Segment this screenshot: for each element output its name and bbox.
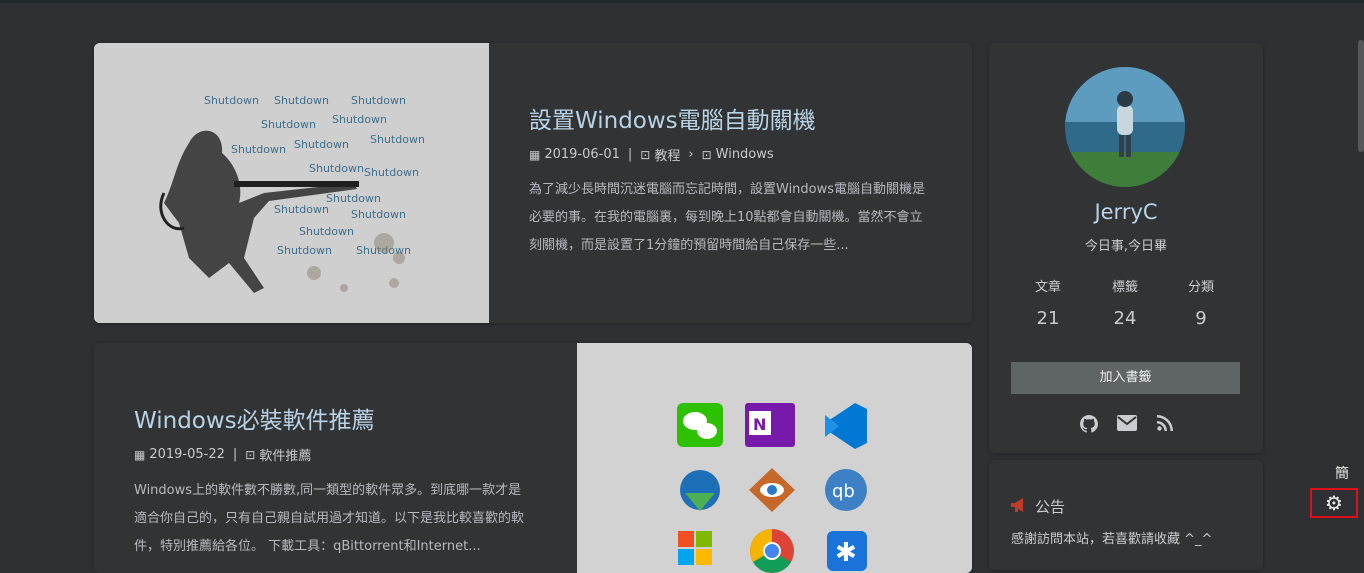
post-date: 2019-06-01 — [544, 147, 620, 162]
post-card[interactable]: Shutdown Shutdown Shutdown Shutdown Shut… — [94, 43, 972, 323]
github-icon[interactable] — [1079, 415, 1099, 438]
top-banner-edge — [0, 0, 1364, 3]
rss-icon[interactable] — [1155, 415, 1175, 438]
announcement-title: 公告 — [1035, 498, 1066, 516]
post-excerpt: Windows上的軟件數不勝數,同一類型的軟件眾多。到底哪一款才是適合你自己的，… — [134, 483, 525, 554]
thumb-word: Shutdown — [274, 203, 329, 216]
announcement-text: 感謝訪問本站，若喜歡請收藏 ^_^ — [1011, 532, 1213, 547]
software-icons-thumbnail: N qb ✱ — [577, 343, 972, 573]
post-thumbnail[interactable]: Shutdown Shutdown Shutdown Shutdown Shut… — [94, 43, 489, 323]
thumb-word: Shutdown — [277, 244, 332, 257]
post-meta: ▦ 2019-06-01 | ⊡ 教程 › ⊡ Windows — [529, 145, 774, 164]
svg-text:✱: ✱ — [835, 538, 857, 568]
bullhorn-icon — [1011, 497, 1027, 516]
calendar-icon: ▦ — [134, 447, 146, 462]
author-motto: 今日事,今日畢 — [1084, 239, 1168, 254]
chrome-icon — [750, 529, 794, 573]
thumb-word: Shutdown — [370, 133, 425, 146]
post-title[interactable]: 設置Windows電腦自動關機 — [529, 101, 816, 135]
post-meta: ▦ 2019-05-22 | ⊡ 軟件推薦 — [134, 445, 311, 464]
stat-value-categories[interactable]: 9 — [1171, 308, 1231, 329]
thumb-word: Shutdown — [351, 94, 406, 107]
wechat-icon — [677, 403, 723, 447]
scrollbar-thumb[interactable] — [1358, 40, 1364, 152]
post-date: 2019-05-22 — [149, 447, 225, 462]
thumb-word: Shutdown — [364, 166, 419, 179]
thumb-word: Shutdown — [261, 118, 316, 131]
svg-text:qb: qb — [832, 481, 855, 502]
avatar[interactable] — [1065, 67, 1185, 187]
stat-value-articles[interactable]: 21 — [1018, 308, 1078, 329]
chevron-right-icon: › — [688, 147, 694, 162]
author-name: JerryC — [1094, 200, 1158, 224]
stat-label-articles[interactable]: 文章 — [1018, 276, 1078, 295]
email-icon[interactable] — [1117, 415, 1137, 438]
inbox-icon: ⊡ — [245, 447, 256, 462]
qbittorrent-icon: qb — [825, 469, 867, 511]
meta-separator: | — [232, 447, 238, 462]
author-profile-card: JerryC 今日事,今日畢 文章 標籤 分類 21 24 9 加入書籤 — [989, 43, 1263, 453]
post-subcategory[interactable]: Windows — [716, 147, 774, 162]
thumb-word: Shutdown — [326, 192, 381, 205]
stat-value-tags[interactable]: 24 — [1095, 308, 1155, 329]
post-excerpt: 為了減少長時間沉迷電腦而忘記時間，設置Windows電腦自動關機是必要的事。在我… — [529, 182, 926, 253]
svg-text:N: N — [753, 415, 766, 434]
thumb-word: Shutdown — [231, 143, 286, 156]
thumb-word: Shutdown — [204, 94, 259, 107]
thumb-word: Shutdown — [294, 138, 349, 151]
stat-label-categories[interactable]: 分類 — [1171, 276, 1231, 295]
inbox-icon: ⊡ — [640, 147, 651, 162]
thumb-word: Shutdown — [351, 208, 406, 221]
announcement-header: 公告 — [1011, 496, 1065, 517]
thumb-word: Shutdown — [332, 113, 387, 126]
gear-icon: ⚙ — [1325, 491, 1343, 515]
post-category[interactable]: 教程 — [654, 145, 680, 164]
post-title[interactable]: Windows必裝軟件推薦 — [134, 401, 375, 435]
meta-separator: | — [627, 147, 633, 162]
thumb-word: Shutdown — [274, 94, 329, 107]
post-card[interactable]: Windows必裝軟件推薦 ▦ 2019-05-22 | ⊡ 軟件推薦 Wind… — [94, 343, 972, 573]
stat-label-tags[interactable]: 標籤 — [1095, 276, 1155, 295]
social-links — [1079, 415, 1175, 438]
simplified-chinese-toggle[interactable]: 簡 — [1335, 463, 1349, 483]
thumb-word: Shutdown — [309, 162, 364, 175]
post-thumbnail[interactable]: N qb ✱ — [577, 343, 972, 573]
inbox-icon: ⊡ — [701, 147, 712, 162]
announcement-card: 公告 感謝訪問本站，若喜歡請收藏 ^_^ — [989, 460, 1263, 570]
settings-button[interactable]: ⚙ — [1310, 488, 1358, 518]
shutdown-thumbnail-image: Shutdown Shutdown Shutdown Shutdown Shut… — [94, 43, 489, 323]
calendar-icon: ▦ — [529, 147, 541, 162]
add-bookmark-button[interactable]: 加入書籤 — [1011, 362, 1240, 394]
onenote-icon: N — [745, 403, 795, 447]
post-category[interactable]: 軟件推薦 — [259, 445, 311, 464]
everything-icon: ✱ — [827, 531, 867, 571]
thumb-word: Shutdown — [299, 225, 354, 238]
